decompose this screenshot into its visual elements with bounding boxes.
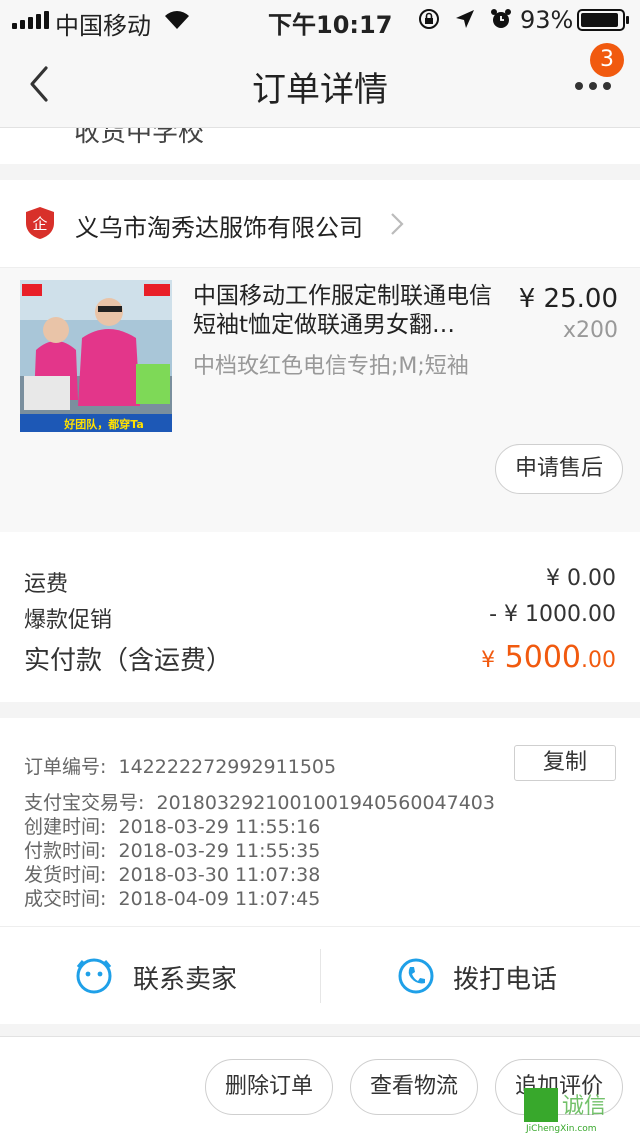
shipped-time-line: 发货时间: 2018-03-30 11:07:38 [24, 864, 321, 886]
promo-label: 爆款促销 [24, 608, 113, 633]
rotation-lock-icon [419, 9, 439, 29]
status-bar: 中国移动 下午10:17 93% [0, 0, 640, 40]
shipping-label: 运费 [24, 572, 69, 597]
phone-icon [398, 958, 434, 994]
watermark-url: JiChengXin.com [526, 1124, 597, 1134]
order-number-line: 订单编号: 1422222729929115​05 [24, 756, 337, 778]
alipay-number-line: 支付宝交易号: 2018032921001001940560047403 [24, 792, 495, 814]
after-sale-button[interactable]: 申请售后 [495, 444, 623, 494]
svg-text:企: 企 [32, 215, 47, 233]
wifi-icon [165, 11, 189, 30]
nav-bar: 订单详情 3 [0, 40, 640, 128]
thumbnail-slogan: 好团队，都穿Ta [63, 417, 144, 431]
paid-label: 实付款（含运费） [24, 646, 233, 676]
contact-seller-button[interactable]: 联系卖家 [0, 927, 320, 1025]
chevron-right-icon [391, 213, 404, 235]
copy-button[interactable]: 复制 [514, 745, 616, 781]
alipay-number: 2018032921001001940560047403 [156, 792, 495, 814]
carrier-name: 中国移动 [55, 12, 151, 40]
notification-badge: 3 [590, 43, 624, 77]
more-menu-icon[interactable] [575, 76, 619, 96]
fee-summary: 运费 ¥ 0.00 爆款促销 - ¥ 1000.00 实付款（含运费） ¥ 50… [0, 532, 640, 702]
promo-value: - ¥ 1000.00 [489, 602, 616, 627]
paid-amount: ¥ 5000.00 [481, 640, 616, 675]
shop-row[interactable]: 企 义乌市淘秀达服饰有限公司 [0, 180, 640, 268]
contact-bar: 联系卖家 拨打电话 [0, 926, 640, 1024]
watermark-text: 诚信 [562, 1094, 607, 1119]
shop-name: 义乌市淘秀达服饰有限公司 [75, 214, 363, 242]
delete-order-button[interactable]: 删除订单 [205, 1059, 333, 1115]
created-time-line: 创建时间: 2018-03-29 11:55:16 [24, 816, 321, 838]
shipping-value: ¥ 0.00 [546, 566, 616, 591]
battery-icon [577, 9, 629, 31]
clock: 下午10:17 [268, 11, 393, 39]
enterprise-shop-icon: 企 [26, 207, 54, 239]
paid-currency: ¥ [481, 648, 496, 673]
battery-percent: 93% [520, 6, 574, 34]
view-logistics-button[interactable]: 查看物流 [350, 1059, 478, 1115]
contact-seller-label: 联系卖家 [133, 965, 238, 995]
order-item-card: 企 义乌市淘秀达服饰有限公司 好团队，都穿Ta 中国移动工作服定制联通电信短袖t… [0, 180, 640, 532]
order-info: 订单编号: 1422222729929115​05 复制 支付宝交易号: 201… [0, 718, 640, 926]
product-quantity: x200 [562, 318, 618, 343]
signal-icon [12, 11, 49, 29]
page-title: 订单详情 [252, 70, 388, 110]
address-fragment: 收货中学校 [0, 128, 640, 164]
alarm-icon [491, 9, 511, 28]
paid-time-line: 付款时间: 2018-03-29 11:55:35 [24, 840, 321, 862]
paid-row: 实付款（含运费） ¥ 5000.00 [24, 640, 616, 677]
paid-integer: 5000 [504, 640, 581, 675]
paid-decimal: .00 [581, 648, 616, 673]
product-title[interactable]: 中国移动工作服定制联通电信短袖t恤定做联通男女翻… [193, 282, 503, 340]
product-price: ¥ 25.00 [518, 284, 618, 314]
product-spec: 中档玫红色电信专拍;M;短袖 [193, 354, 469, 379]
promo-row: 爆款促销 - ¥ 1000.00 [24, 602, 616, 634]
chat-icon [76, 958, 112, 994]
product-row[interactable]: 好团队，都穿Ta 中国移动工作服定制联通电信短袖t恤定做联通男女翻… ¥ 25.… [0, 268, 640, 532]
location-icon [456, 10, 474, 28]
call-phone-label: 拨打电话 [453, 965, 558, 995]
product-thumbnail[interactable]: 好团队，都穿Ta [20, 280, 172, 432]
watermark-mark [524, 1088, 558, 1122]
call-phone-button[interactable]: 拨打电话 [320, 927, 640, 1025]
watermark-logo: 诚信 JiChengXin.com [522, 1084, 638, 1134]
completed-time-line: 成交时间: 2018-04-09 11:07:45 [24, 888, 321, 910]
shipping-fee-row: 运费 ¥ 0.00 [24, 566, 616, 598]
order-number: 1422222729929115​05 [118, 756, 337, 778]
